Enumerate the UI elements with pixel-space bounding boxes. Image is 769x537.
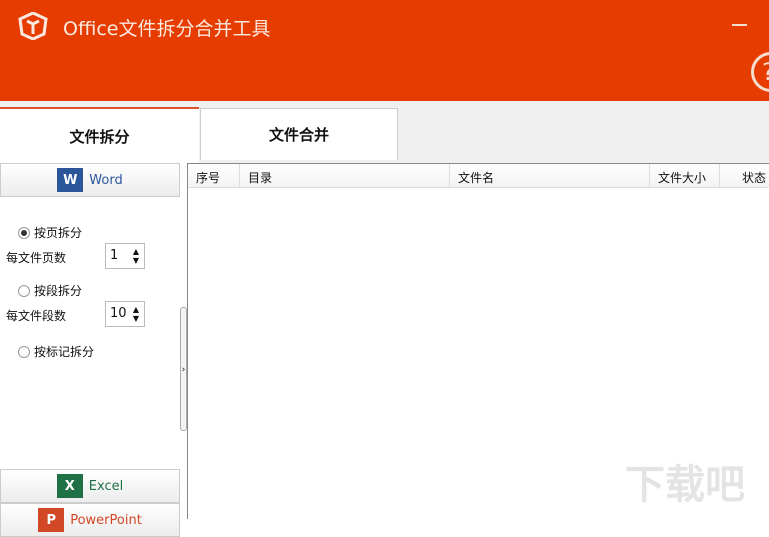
radio-label: 按页拆分 [34, 226, 83, 240]
powerpoint-icon: P [38, 508, 65, 532]
paras-per-file-stepper[interactable]: 10 ▲ ▼ [105, 301, 145, 327]
powerpoint-button[interactable]: P PowerPoint [0, 503, 180, 537]
watermark: 下载吧 [625, 462, 745, 508]
tab-bar: 文件拆分 文件合并 [0, 101, 769, 163]
pages-per-file-stepper[interactable]: 1 ▲ ▼ [105, 243, 145, 269]
radio-split-by-paragraph[interactable]: 按段拆分 [18, 282, 82, 299]
excel-icon: X [56, 474, 83, 498]
radio-label: 按标记拆分 [34, 345, 95, 359]
column-header-status[interactable]: 状态 [720, 164, 769, 188]
column-header-filename[interactable]: 文件名 [450, 164, 650, 188]
column-header-filesize[interactable]: 文件大小 [650, 164, 720, 188]
tab-split[interactable]: 文件拆分 [0, 107, 199, 163]
title-bar: Office文件拆分合并工具 ? [0, 0, 769, 101]
pages-per-file-label: 每文件页数 [6, 251, 67, 265]
powerpoint-label: PowerPoint [70, 512, 142, 528]
split-options-panel: W Word 按页拆分 每文件页数 1 ▲ ▼ 按段拆分 每文件段数 10 ▲ ▼ 按标… [0, 163, 180, 537]
word-icon: W [57, 168, 84, 192]
radio-icon [18, 226, 30, 239]
radio-label: 按段拆分 [34, 284, 83, 298]
radio-split-by-page[interactable]: 按页拆分 [18, 224, 82, 241]
excel-button[interactable]: X Excel [0, 469, 180, 503]
minimize-button[interactable] [732, 24, 747, 26]
stepper-value: 1 [110, 248, 119, 263]
word-label: Word [89, 172, 123, 188]
stepper-arrows-icon[interactable]: ▲ ▼ [133, 247, 139, 265]
app-title: Office文件拆分合并工具 [63, 18, 271, 40]
radio-icon [18, 345, 30, 358]
word-button[interactable]: W Word [0, 163, 180, 197]
stepper-value: 10 [110, 306, 127, 321]
help-button[interactable]: ? [751, 52, 769, 92]
stepper-arrows-icon[interactable]: ▲ ▼ [133, 305, 139, 323]
column-header-directory[interactable]: 目录 [240, 164, 450, 188]
radio-icon [18, 284, 30, 297]
excel-label: Excel [88, 478, 124, 494]
app-logo-icon [18, 12, 48, 40]
collapse-chevron-icon[interactable]: › [180, 307, 187, 431]
panel-splitter[interactable]: › [180, 163, 188, 519]
tab-merge[interactable]: 文件合并 [200, 108, 398, 160]
paras-per-file-label: 每文件段数 [6, 309, 67, 323]
radio-split-by-marker[interactable]: 按标记拆分 [18, 343, 94, 360]
column-header-index[interactable]: 序号 [188, 164, 240, 188]
